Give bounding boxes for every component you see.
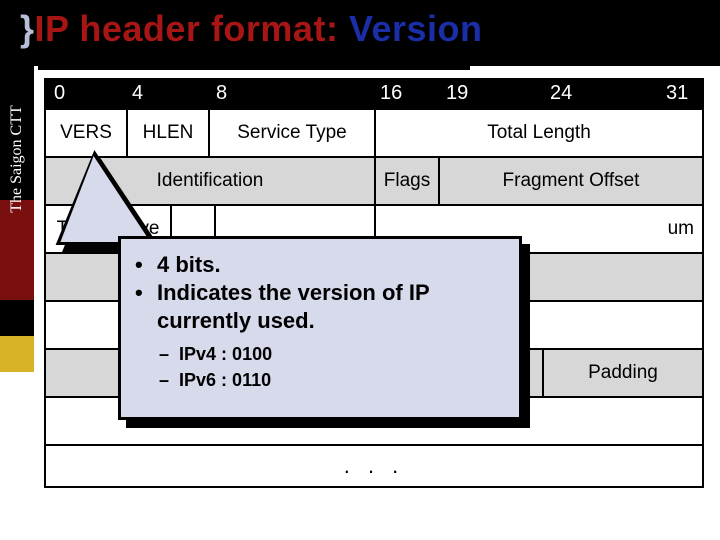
sidebar-seg-white (0, 372, 34, 540)
cell-dots: . . . (46, 446, 702, 486)
cell-totallength: Total Length (376, 110, 702, 156)
callout-b2-text: Indicates the version of IP currently us… (157, 279, 505, 335)
subbullet-icon: – (159, 370, 169, 390)
callout-bullet-2: • Indicates the version of IP currently … (135, 279, 505, 335)
ruler-19: 19 (446, 82, 468, 105)
title-accent: Version (349, 8, 483, 49)
bullet-icon: • (135, 251, 157, 279)
sidebar-vertical-label: The Saigon CTT (8, 105, 26, 213)
cell-fragmentoffset: Fragment Offset (440, 158, 702, 204)
sidebar-seg-yellow (0, 336, 34, 372)
ruler-8: 8 (216, 82, 227, 105)
callout-sub-1: – IPv4 : 0100 (159, 343, 505, 366)
ruler-4: 4 (132, 82, 143, 105)
title-underline (38, 64, 470, 70)
slide-title: }IP header format: Version (20, 8, 483, 50)
sidebar-seg-red (0, 200, 34, 300)
callout-b1-text: 4 bits. (157, 251, 221, 279)
sidebar-seg-black (0, 300, 34, 336)
title-main: IP header format: (35, 8, 349, 49)
callout-pointer-fill (60, 156, 165, 242)
callout: • 4 bits. • Indicates the version of IP … (118, 236, 530, 428)
cell-padding: Padding (544, 350, 702, 396)
grid-row-dots: . . . (46, 446, 702, 488)
left-sidebar: The Saigon CTT (0, 0, 34, 540)
bullet-icon: • (135, 279, 157, 335)
callout-bullet-1: • 4 bits. (135, 251, 505, 279)
cell-servicetype: Service Type (210, 110, 376, 156)
callout-sublist: – IPv4 : 0100 – IPv6 : 0110 (135, 343, 505, 391)
callout-box: • 4 bits. • Indicates the version of IP … (118, 236, 522, 420)
ruler-31: 31 (666, 82, 688, 105)
subbullet-icon: – (159, 344, 169, 364)
title-prefix: } (20, 8, 35, 49)
ruler-16: 16 (380, 82, 402, 105)
bit-ruler: 0 4 8 16 19 24 31 (44, 78, 704, 108)
ruler-24: 24 (550, 82, 572, 105)
ruler-0: 0 (54, 82, 65, 105)
callout-s1-text: IPv4 : 0100 (179, 344, 272, 364)
callout-s2-text: IPv6 : 0110 (179, 370, 271, 390)
callout-sub-2: – IPv6 : 0110 (159, 369, 505, 392)
cell-flags: Flags (376, 158, 440, 204)
